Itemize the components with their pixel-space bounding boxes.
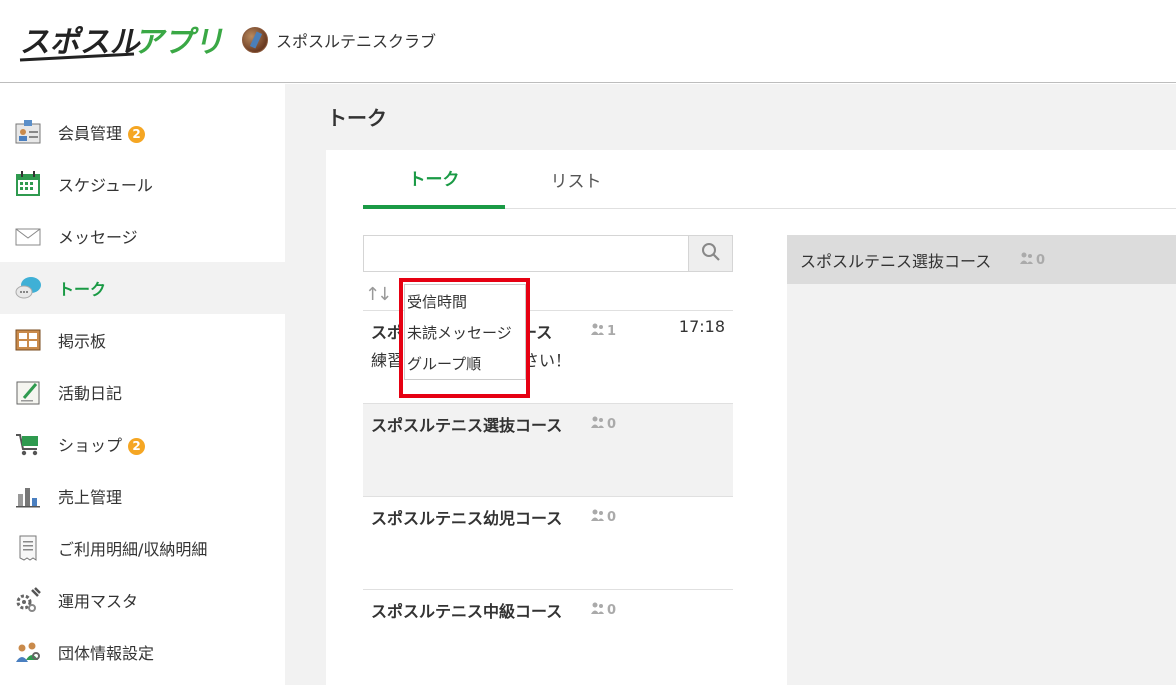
sidebar-item-label: トーク	[58, 280, 107, 299]
members-icon	[591, 509, 605, 525]
club-selector[interactable]: スポスルテニスクラブ	[242, 26, 436, 54]
member-count: 1	[591, 323, 616, 339]
sales-chart-icon	[14, 482, 42, 510]
talk-panel: トーク リスト ↑↓ スポ ース 1 17:18 練習 さい！ スポスルテニス選…	[326, 150, 1176, 685]
sidebar-item-sales[interactable]: 売上管理	[0, 470, 285, 522]
sidebar-item-label: 活動日記	[58, 384, 123, 403]
sidebar-item-bulletin[interactable]: 掲示板	[0, 314, 285, 366]
club-name: スポスルテニスクラブ	[276, 32, 437, 51]
gear-wrench-icon	[14, 586, 42, 614]
chat-title: スポスルテニス選抜コース	[800, 252, 992, 271]
member-count: 0	[1020, 252, 1045, 268]
sort-option-received-time[interactable]: 受信時間	[407, 291, 467, 312]
page-title: トーク	[327, 106, 387, 130]
notification-badge: 2	[128, 126, 146, 143]
sidebar-item-label: 売上管理	[58, 488, 123, 507]
group-settings-icon	[14, 638, 42, 666]
sidebar-item-operations[interactable]: 運用マスタ	[0, 574, 285, 626]
sort-arrows-icon[interactable]: ↑↓	[365, 284, 392, 305]
shopping-cart-icon	[14, 430, 42, 458]
search-box	[363, 235, 733, 272]
members-icon	[1020, 252, 1034, 268]
sidebar-item-label: 運用マスタ	[58, 592, 139, 611]
sort-option-unread[interactable]: 未読メッセージ	[407, 322, 512, 343]
sidebar-item-schedule[interactable]: スケジュール	[0, 158, 285, 210]
app-header: スポスル アプリ スポスルテニスクラブ	[0, 0, 1176, 83]
talk-list-item[interactable]: スポスルテニス選抜コース 0	[363, 403, 733, 496]
bulletin-board-icon	[14, 326, 42, 354]
talk-list-item[interactable]: スポスルテニス幼児コース 0	[363, 496, 733, 589]
talk-time: 17:18	[678, 317, 725, 336]
chat-header: スポスルテニス選抜コース 0	[787, 235, 1176, 284]
sidebar-item-label: ご利用明細/収納明細	[58, 540, 208, 559]
tab-list[interactable]: リスト	[505, 150, 647, 209]
club-avatar	[242, 27, 268, 53]
sidebar: 会員管理 2 スケジュール メッセージ トーク 掲示板 活動日記 ショップ 2	[0, 84, 285, 685]
members-icon	[591, 323, 605, 339]
talk-name: スポスルテニス選抜コース	[371, 416, 563, 435]
sort-dropdown: 受信時間 未読メッセージ グループ順	[404, 284, 526, 380]
sidebar-item-billing[interactable]: ご利用明細/収納明細	[0, 522, 285, 574]
member-count: 0	[591, 509, 616, 525]
search-icon	[701, 242, 721, 266]
chat-area: スポスルテニス選抜コース 0	[787, 235, 1176, 685]
diary-icon	[14, 378, 42, 406]
member-card-icon	[14, 118, 42, 146]
talk-name: スポスルテニス中級コース	[371, 602, 563, 621]
sidebar-item-message[interactable]: メッセージ	[0, 210, 285, 262]
envelope-icon	[14, 222, 42, 250]
sidebar-item-label: メッセージ	[58, 228, 138, 247]
search-input[interactable]	[364, 236, 688, 271]
sort-option-group[interactable]: グループ順	[407, 353, 481, 374]
tab-talk[interactable]: トーク	[363, 150, 505, 209]
svg-text:アプリ: アプリ	[132, 25, 224, 60]
sidebar-item-label: スケジュール	[58, 176, 153, 195]
notification-badge: 2	[128, 438, 146, 455]
sidebar-item-label: 団体情報設定	[58, 644, 155, 663]
main-content: トーク トーク リスト ↑↓ スポ ース 1 17:18 練習 さい！ スポスル…	[285, 84, 1176, 685]
chat-bubble-icon	[14, 274, 42, 302]
sidebar-item-label: ショップ	[58, 436, 123, 455]
sidebar-item-shop[interactable]: ショップ 2	[0, 418, 285, 470]
sidebar-item-group-settings[interactable]: 団体情報設定	[0, 626, 285, 678]
talk-list-item[interactable]: スポスルテニス中級コース 0	[363, 589, 733, 682]
sidebar-item-label: 掲示板	[58, 332, 107, 351]
talk-name: スポスルテニス幼児コース	[371, 509, 563, 528]
receipt-icon	[14, 534, 42, 562]
member-count: 0	[591, 416, 616, 432]
tab-bar: トーク リスト	[363, 150, 1176, 209]
members-icon	[591, 416, 605, 432]
sidebar-item-label: 会員管理	[58, 124, 123, 143]
app-logo[interactable]: スポスル アプリ	[14, 14, 230, 66]
member-count: 0	[591, 602, 616, 618]
sidebar-item-diary[interactable]: 活動日記	[0, 366, 285, 418]
search-button[interactable]	[688, 236, 732, 271]
members-icon	[591, 602, 605, 618]
sidebar-item-talk[interactable]: トーク	[0, 262, 285, 314]
sidebar-item-member[interactable]: 会員管理 2	[0, 106, 285, 158]
calendar-icon	[14, 170, 42, 198]
